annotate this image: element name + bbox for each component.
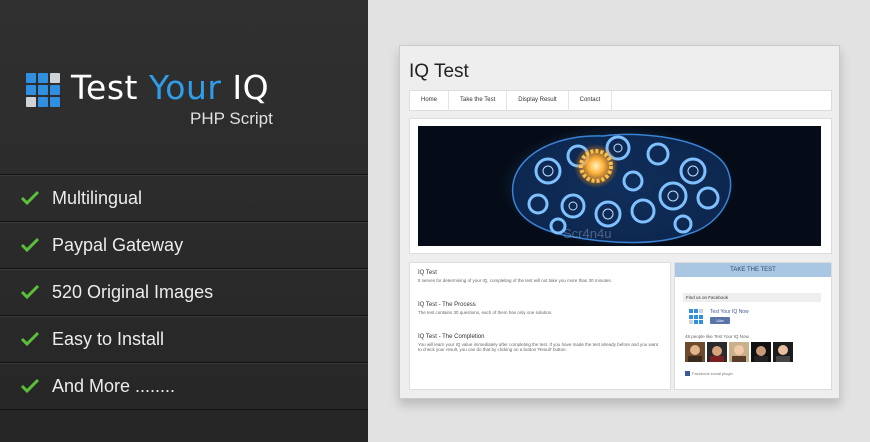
title-word-test: Test [71, 68, 149, 107]
avatar[interactable] [773, 342, 793, 362]
plugin-text: Facebook social plugin [692, 371, 733, 376]
site-preview: IQ Test Home Take the Test Display Resul… [399, 45, 840, 399]
feature-item: Multilingual [0, 174, 368, 221]
nav-home[interactable]: Home [410, 91, 450, 110]
nav-contact[interactable]: Contact [569, 91, 613, 110]
section-text: It serves for determining of your IQ, co… [418, 278, 612, 283]
content-section: IQ Test It serves for determining of you… [418, 270, 658, 283]
feature-item: 520 Original Images [0, 268, 368, 315]
page-logo-icon [689, 309, 705, 325]
facebook-header: Find us on Facebook [683, 293, 821, 302]
content-section: IQ Test - The Process The test contains … [418, 302, 658, 315]
feature-label: Paypal Gateway [52, 234, 184, 255]
nav-display-result[interactable]: Display Result [507, 91, 569, 110]
section-heading: IQ Test [418, 270, 437, 276]
checkmark-icon [20, 190, 40, 206]
avatar[interactable] [729, 342, 749, 362]
feature-label: 520 Original Images [52, 281, 214, 302]
checkmark-icon [20, 378, 40, 394]
product-subtitle: PHP Script [190, 109, 273, 128]
title-word-iq: IQ [221, 68, 270, 107]
feature-list: Multilingual Paypal Gateway 520 Original… [0, 174, 368, 410]
checkmark-icon [20, 284, 40, 300]
feature-item: And More ........ [0, 362, 368, 410]
avatar[interactable] [751, 342, 771, 362]
hero-frame: Scr4n4u [409, 118, 832, 254]
checkmark-icon [20, 237, 40, 253]
section-text: You will learn your IQ value immediately… [418, 342, 658, 352]
like-button[interactable]: Like [710, 317, 730, 324]
product-title: Test Your IQ [71, 68, 269, 107]
feature-label: Multilingual [52, 187, 143, 208]
feature-panel: Test Your IQ PHP Script Multilingual Pay… [0, 0, 368, 442]
facebook-icon [685, 371, 690, 376]
site-nav: Home Take the Test Display Result Contac… [409, 90, 832, 111]
watermark-text: Scr4n4u [563, 226, 612, 241]
hero-image: Scr4n4u [418, 126, 821, 246]
content-section: IQ Test - The Completion You will learn … [418, 334, 658, 352]
section-text: The test contains 30 questions, each of … [418, 310, 553, 315]
brain-gears-icon [498, 126, 738, 246]
facebook-page-link[interactable]: Test Your IQ Now [710, 309, 749, 315]
section-heading: IQ Test - The Completion [418, 334, 485, 340]
feature-label: Easy to Install [52, 328, 165, 349]
site-title: IQ Test [409, 61, 469, 82]
feature-label: And More ........ [52, 375, 176, 396]
grid-logo-icon [26, 73, 60, 107]
feature-item: Easy to Install [0, 315, 368, 362]
sidebar: TAKE THE TEST Find us on Facebook Test Y… [674, 262, 832, 390]
like-count: 48 people like Test Your IQ Now. [685, 334, 750, 339]
feature-item: Paypal Gateway [0, 221, 368, 268]
avatar[interactable] [685, 342, 705, 362]
fan-avatars [685, 342, 795, 362]
nav-take-test[interactable]: Take the Test [449, 91, 508, 110]
facebook-plugin-label: Facebook social plugin [685, 371, 733, 376]
avatar[interactable] [707, 342, 727, 362]
checkmark-icon [20, 331, 40, 347]
title-word-your: Your [148, 68, 222, 107]
content-area: IQ Test It serves for determining of you… [409, 262, 671, 390]
section-heading: IQ Test - The Process [418, 302, 476, 308]
take-test-button[interactable]: TAKE THE TEST [675, 263, 831, 277]
